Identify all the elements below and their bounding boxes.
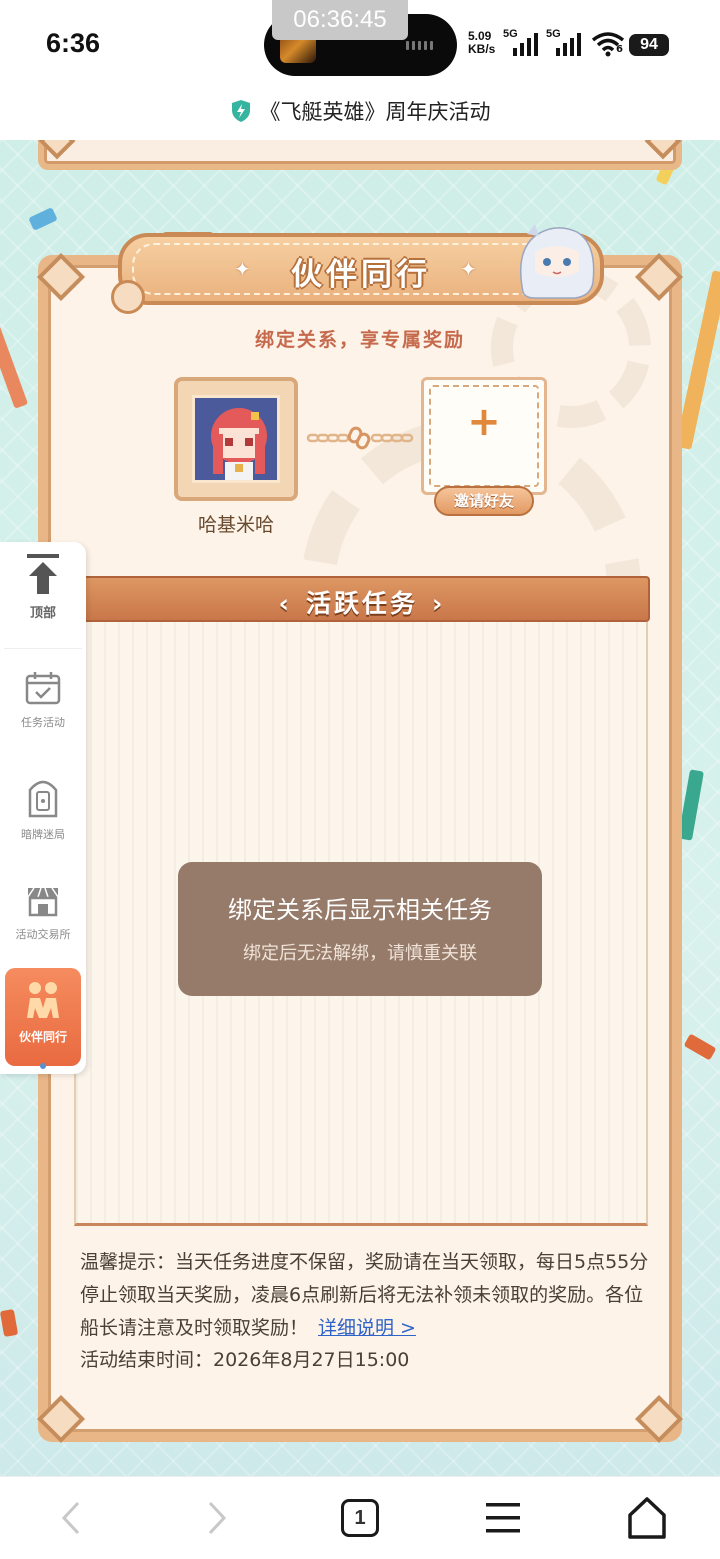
tabs-button[interactable]: 1: [335, 1495, 385, 1541]
invite-friend-button[interactable]: 邀请好友: [434, 486, 534, 516]
chevron-left-icon[interactable]: ‹: [279, 589, 292, 618]
signal-bars-icon: [556, 33, 581, 56]
chevron-left-icon: [61, 1501, 80, 1535]
browser-toolbar: 1: [0, 1476, 720, 1559]
invite-slot[interactable]: +: [421, 377, 547, 495]
ribbon-decoration: [675, 270, 720, 450]
side-nav-card-mystery[interactable]: 暗牌迷局: [0, 774, 86, 842]
card-door-icon: [28, 780, 58, 818]
side-nav-partners[interactable]: 伙伴同行: [5, 968, 81, 1066]
side-nav-top[interactable]: 顶部: [0, 552, 86, 621]
home-icon: [628, 1497, 666, 1539]
side-nav-label: 暗牌迷局: [21, 828, 65, 841]
side-nav-tasks[interactable]: 任务活动: [0, 670, 86, 730]
side-nav-label: 顶部: [29, 606, 56, 621]
page-title: 《飞艇英雄》周年庆活动: [259, 100, 491, 124]
confetti-decoration: [28, 207, 58, 231]
previous-section-frame: [38, 140, 682, 170]
forward-button[interactable]: [190, 1495, 240, 1541]
end-time: 活动结束时间：2026年8月27日15:00: [80, 1349, 410, 1371]
capsule-clock: 06:36:45: [272, 0, 408, 40]
side-nav-label: 活动交易所: [15, 928, 71, 941]
side-nav-label: 伙伴同行: [18, 1030, 67, 1044]
tasks-header: ‹ 活跃任务 ›: [74, 576, 650, 622]
battery-indicator: 94: [629, 34, 669, 56]
notice-subtitle: 绑定后无法解绑，请慎重关联: [243, 943, 477, 964]
side-nav-exchange[interactable]: 活动交易所: [0, 884, 86, 942]
tips-text: 温馨提示：当天任务进度不保留，奖励请在当天领取，每日5点55分停止领取当天奖励，…: [80, 1246, 650, 1345]
menu-button[interactable]: [478, 1495, 528, 1541]
active-indicator-dot: [40, 1063, 46, 1069]
notice-title: 绑定关系后显示相关任务: [228, 896, 492, 924]
locked-tasks-notice: 绑定关系后显示相关任务 绑定后无法解绑，请慎重关联: [178, 862, 542, 996]
sparkle-icon: ✦: [460, 257, 477, 281]
wifi-label: 6: [616, 44, 623, 55]
confetti-decoration: [683, 1033, 717, 1061]
shield-lightning-icon: [231, 100, 250, 122]
activity-page: ✦ 伙伴同行 ✦ 绑定关系，享专属奖励 哈基米哈 + 邀请好友 ‹ 活跃任务 ›…: [0, 140, 720, 1476]
address-bar[interactable]: 《飞艇英雄》周年庆活动: [0, 90, 720, 140]
partner-name: 哈基米哈: [197, 514, 274, 536]
gear-icon: [111, 280, 145, 314]
tasks-title-text: 活跃任务: [305, 589, 418, 618]
side-nav: 顶部 任务活动 暗牌迷局 活动交易所 伙伴同行: [0, 542, 86, 1074]
status-bar: 6:36 06:36:45 5.09 KB/s 5G 5G 6 94: [0, 0, 720, 90]
pixel-character-avatar: [195, 398, 277, 480]
tab-count: 1: [341, 1499, 379, 1537]
plus-icon: +: [467, 399, 501, 445]
menu-icon: [486, 1503, 520, 1533]
calendar-check-icon: [25, 672, 61, 705]
audio-wave-icon: [406, 40, 438, 50]
chevron-right-icon[interactable]: ›: [432, 589, 445, 618]
chevron-right-icon: [208, 1501, 227, 1535]
back-button[interactable]: [48, 1495, 98, 1541]
network-speed-unit: KB/s: [468, 42, 496, 56]
home-button[interactable]: [622, 1495, 672, 1541]
avatar: [192, 395, 280, 483]
status-time: 6:36: [46, 28, 101, 58]
signal-bars-icon: [513, 33, 538, 56]
confetti-decoration: [0, 1308, 19, 1338]
details-link[interactable]: 详细说明 >: [318, 1317, 416, 1339]
chain-link-icon: [306, 426, 414, 450]
bind-subtitle: 绑定关系，享专属奖励: [254, 329, 465, 351]
arrow-up-icon: [27, 554, 59, 594]
partner-avatar-frame[interactable]: [174, 377, 298, 501]
mascot-character-icon: [520, 224, 595, 299]
tasks-title: ‹ 活跃任务 ›: [76, 584, 648, 620]
side-nav-label: 任务活动: [21, 716, 65, 729]
partners-icon: [27, 982, 59, 1018]
network-speed: 5.09 KB/s: [468, 30, 500, 56]
shop-icon: [27, 887, 59, 917]
